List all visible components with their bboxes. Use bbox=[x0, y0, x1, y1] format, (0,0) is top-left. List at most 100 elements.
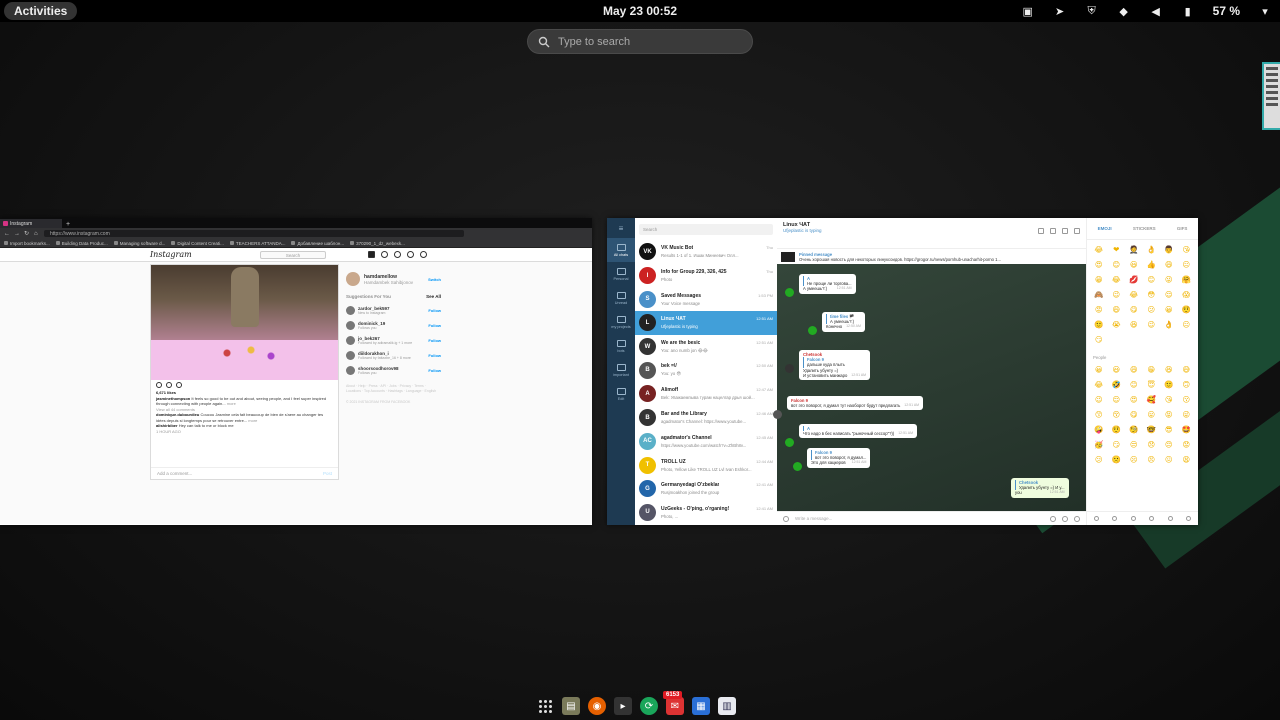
emoji-button[interactable]: 😛 bbox=[1144, 409, 1160, 420]
explore-icon[interactable] bbox=[394, 251, 401, 258]
emoji-button[interactable]: 😄 bbox=[1161, 259, 1177, 270]
emoji-button[interactable]: 😡 bbox=[1091, 304, 1107, 315]
document-icon[interactable]: ▥ bbox=[718, 697, 736, 715]
emoji-button[interactable]: ☹ bbox=[1126, 454, 1142, 465]
telegram-tray-icon[interactable]: ➤ bbox=[1053, 5, 1067, 18]
emoji-button[interactable]: 😊 bbox=[1144, 274, 1160, 285]
folder-important[interactable]: important bbox=[607, 358, 635, 382]
emoji-button[interactable]: 🥳 bbox=[1091, 439, 1107, 450]
back-icon[interactable]: ← bbox=[4, 231, 10, 237]
follow-button[interactable]: Follow bbox=[428, 353, 441, 358]
comment-user[interactable]: alishirbiber bbox=[156, 423, 178, 428]
emoji-button[interactable]: 😍 bbox=[1091, 259, 1107, 270]
emoji-button[interactable]: 🤗 bbox=[1179, 274, 1195, 285]
more-icon[interactable] bbox=[1074, 228, 1080, 234]
emoji-button[interactable]: ❤ bbox=[1109, 244, 1125, 255]
add-comment-field[interactable]: Add a comment... Post bbox=[151, 467, 338, 479]
browser-tab[interactable]: Instagram bbox=[0, 219, 62, 228]
folder-bots[interactable]: bots bbox=[607, 334, 635, 358]
bookmark-item[interactable]: Добавление шаблон... bbox=[291, 241, 344, 246]
show-apps-icon[interactable] bbox=[536, 697, 554, 715]
folder-unread[interactable]: Unread bbox=[607, 286, 635, 310]
emoji-button[interactable]: 😜 bbox=[1161, 274, 1177, 285]
files-icon[interactable]: ▤ bbox=[562, 697, 580, 715]
emoji-button[interactable]: 🥰 bbox=[1144, 394, 1160, 405]
folder-edit[interactable]: Edit bbox=[607, 382, 635, 406]
chat-header[interactable]: Linux ЧАТ Ufjeplastic is typing bbox=[777, 218, 1086, 248]
telegram-window[interactable]: ≡ All chats Personal Unread my projects bots… bbox=[607, 218, 1198, 525]
instagram-search-input[interactable]: Search bbox=[260, 250, 326, 259]
activity-emoji-icon[interactable] bbox=[1167, 516, 1173, 521]
post-comment-button[interactable]: Post bbox=[323, 471, 332, 476]
wifi-icon[interactable]: ◆ bbox=[1117, 5, 1131, 18]
emoji-button[interactable]: 😏 bbox=[1091, 334, 1107, 345]
chat-list-item[interactable]: B Bar and the Library 12:46 AM agadmator's … bbox=[635, 406, 777, 430]
emoji-button[interactable]: 😏 bbox=[1109, 439, 1125, 450]
instagram-logo[interactable]: Instagram bbox=[150, 250, 260, 259]
folder-my-projects[interactable]: my projects bbox=[607, 310, 635, 334]
emoji-button[interactable]: 😁 bbox=[1091, 274, 1107, 285]
emoji-button[interactable]: 😋 bbox=[1126, 409, 1142, 420]
reply-quote[interactable]: Falcon 9 дальше куда плыть bbox=[803, 357, 866, 368]
see-all-link[interactable]: See All bbox=[426, 294, 441, 299]
chat-list-item[interactable]: U UzGeeks - O'ping, o'rganing! 12:41 AM Pho… bbox=[635, 501, 777, 525]
search-icon[interactable] bbox=[1038, 228, 1044, 234]
travel-emoji-icon[interactable] bbox=[1186, 516, 1192, 521]
emoji-button[interactable]: 🤨 bbox=[1179, 304, 1195, 315]
emoji-button[interactable]: 🤵 bbox=[1126, 244, 1142, 255]
message-bubble[interactable]: A Что надо в бес написать "рыночный сессо… bbox=[799, 424, 917, 439]
microphone-icon[interactable] bbox=[1074, 515, 1080, 522]
message-bubble[interactable]: Chetsook Удалить убунту =) И у... you 12:51… bbox=[1011, 478, 1069, 498]
folder-all-chats[interactable]: All chats bbox=[607, 238, 635, 262]
avatar[interactable] bbox=[346, 306, 355, 315]
comment-user[interactable]: dominique.dubourdieu bbox=[156, 412, 199, 417]
volume-icon[interactable]: ◀ bbox=[1149, 5, 1163, 18]
search-input[interactable]: Type to search bbox=[527, 29, 753, 54]
activities-button[interactable]: Activities bbox=[4, 2, 78, 20]
emoji-button[interactable]: 😄 bbox=[1126, 364, 1142, 375]
avatar[interactable] bbox=[346, 366, 355, 375]
bookmark-item[interactable]: Digital Content Creati... bbox=[171, 241, 224, 246]
emoji-button[interactable]: 😀 bbox=[1091, 364, 1107, 375]
switch-account-button[interactable]: Switch bbox=[428, 277, 441, 282]
firefox-icon[interactable]: ◉ bbox=[588, 697, 606, 715]
emoji-button[interactable]: 👍 bbox=[1144, 259, 1160, 270]
bookmark-item[interactable]: TEACHERS ATTANDA... bbox=[229, 241, 285, 246]
chat-search-input[interactable]: Search bbox=[639, 223, 773, 235]
emoji-button[interactable]: 😫 bbox=[1179, 454, 1195, 465]
avatar[interactable] bbox=[785, 364, 794, 373]
emoji-button[interactable]: 😌 bbox=[1109, 394, 1125, 405]
emoji-button[interactable]: 😕 bbox=[1144, 304, 1160, 315]
emoji-button[interactable]: 😚 bbox=[1109, 409, 1125, 420]
emoji-button[interactable]: 👨 bbox=[1161, 244, 1177, 255]
likes-count[interactable]: 6,671 likes bbox=[156, 390, 176, 395]
emoji-button[interactable]: 🙁 bbox=[1109, 454, 1125, 465]
tab-stickers[interactable]: STICKERS bbox=[1133, 226, 1156, 231]
pinned-message[interactable]: Pinned message Очень хорошая новость для… bbox=[777, 248, 1086, 264]
recent-emoji-icon[interactable] bbox=[1093, 516, 1099, 521]
chat-list-item[interactable]: T TROLL UZ 12:44 AM Photo, Yellow Like TROL… bbox=[635, 453, 777, 477]
emoji-button[interactable]: 😭 bbox=[1109, 319, 1125, 330]
emoji-button[interactable]: 😜 bbox=[1179, 409, 1195, 420]
food-emoji-icon[interactable] bbox=[1149, 516, 1155, 521]
emoji-button[interactable]: 😊 bbox=[1109, 259, 1125, 270]
emoji-button[interactable]: 😔 bbox=[1161, 439, 1177, 450]
emoji-button[interactable]: 😘 bbox=[1179, 244, 1195, 255]
battery-percentage[interactable]: 57 % bbox=[1213, 4, 1240, 18]
sidebar-toggle-icon[interactable] bbox=[1062, 228, 1068, 234]
emoji-button[interactable]: 🤣 bbox=[1109, 379, 1125, 390]
avatar[interactable] bbox=[346, 351, 355, 360]
emoji-button[interactable]: 😐 bbox=[1179, 259, 1195, 270]
emoji-button[interactable]: 😉 bbox=[1144, 319, 1160, 330]
folder-personal[interactable]: Personal bbox=[607, 262, 635, 286]
post-photo[interactable] bbox=[151, 265, 338, 380]
reload-icon[interactable]: ↻ bbox=[24, 230, 30, 237]
bookmark-item[interactable]: Building Data Produc... bbox=[55, 241, 108, 246]
emoji-button[interactable]: 😗 bbox=[1179, 394, 1195, 405]
emoji-button[interactable]: 🤪 bbox=[1091, 424, 1107, 435]
emoji-button[interactable]: 😂 bbox=[1091, 379, 1107, 390]
avatar[interactable] bbox=[346, 336, 355, 345]
avatar[interactable] bbox=[346, 272, 360, 286]
follow-button[interactable]: Follow bbox=[428, 308, 441, 313]
firefox-window[interactable]: Instagram + ← → ↻ ⌂ https://www.instagra… bbox=[0, 218, 592, 525]
